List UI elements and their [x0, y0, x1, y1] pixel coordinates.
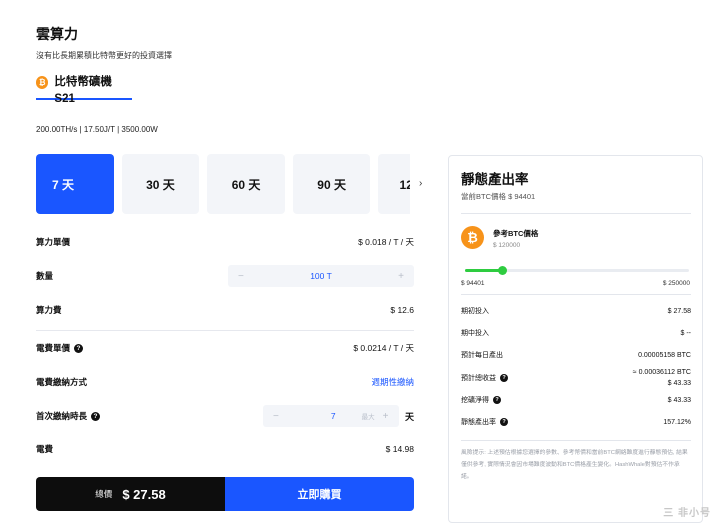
- mining-net-row: 挖礦淨得 ? $ 43.33: [461, 395, 691, 405]
- plus-icon[interactable]: +: [398, 271, 404, 282]
- initial-investment-value: $ 27.58: [667, 307, 691, 315]
- payment-method-link[interactable]: 週期性繳納: [371, 376, 414, 388]
- checkout-bar: 總價 $ 27.58 立即購買: [36, 477, 414, 511]
- price-slider[interactable]: [465, 266, 689, 275]
- total-revenue-label-text: 預計總收益: [461, 375, 496, 382]
- duration-option-60[interactable]: 60 天: [207, 154, 285, 214]
- bitcoin-icon: ₿: [461, 226, 484, 249]
- mining-net-value: $ 43.33: [667, 396, 691, 404]
- first-payment-stepper[interactable]: − 7 最大 +: [262, 405, 399, 427]
- hash-fee-value: $ 12.6: [390, 305, 414, 315]
- product-tab[interactable]: ₿ 比特幣礦機 S21: [36, 74, 132, 105]
- page-title: 雲算力: [36, 26, 78, 42]
- total-revenue-value: ≈ 0.00036112 BTC $ 43.33: [633, 367, 691, 389]
- help-icon[interactable]: ?: [500, 374, 508, 382]
- hash-fee-row: 算力費 $ 12.6: [36, 296, 414, 324]
- hash-fee-label: 算力費: [36, 305, 62, 315]
- hashrate-price-label: 算力單價: [36, 237, 71, 247]
- buy-now-button[interactable]: 立即購買: [225, 477, 414, 511]
- static-yield-row: 靜態產出率 ? 157.12%: [461, 417, 691, 427]
- panel-title: 靜態產出率: [461, 172, 529, 187]
- mid-investment-row: 期中投入 $ --: [461, 328, 691, 338]
- total-revenue-btc: ≈ 0.00036112 BTC: [632, 369, 691, 376]
- electricity-price-value: $ 0.0214 / T / 天: [353, 343, 414, 353]
- total-price-box: 總價 $ 27.58: [36, 477, 225, 511]
- electricity-fee-label: 電費: [36, 444, 54, 454]
- slider-fill: [465, 269, 502, 272]
- product-tab-label: 比特幣礦機 S21: [54, 76, 112, 105]
- electricity-fee-value: $ 14.98: [385, 444, 414, 454]
- chevron-right-icon[interactable]: ›: [419, 178, 422, 189]
- quantity-input[interactable]: 100 T: [310, 271, 332, 281]
- electricity-fee-row: 電費 $ 14.98: [36, 431, 414, 467]
- payment-method-row: 電費繳納方式 週期性繳納: [36, 363, 414, 401]
- panel-divider: [461, 213, 691, 214]
- total-revenue-usd: $ 43.33: [667, 380, 691, 387]
- initial-investment-row: 期初投入 $ 27.58: [461, 306, 691, 316]
- mining-net-label: 挖礦淨得 ?: [461, 395, 501, 405]
- first-payment-input[interactable]: 7: [331, 411, 336, 421]
- minus-icon[interactable]: −: [238, 271, 244, 282]
- static-yield-label: 靜態產出率 ?: [461, 417, 508, 427]
- slider-min-label: $ 94401: [461, 280, 485, 287]
- help-icon[interactable]: ?: [500, 418, 508, 426]
- max-button[interactable]: 最大: [362, 411, 375, 421]
- quantity-label: 數量: [36, 271, 54, 281]
- panel-divider: [461, 294, 691, 295]
- first-payment-control: − 7 最大 + 天: [262, 405, 414, 427]
- current-btc-price: 當前BTC價格 $ 94401: [461, 192, 536, 201]
- slider-max-label: $ 250000: [662, 280, 690, 287]
- electricity-price-label: 電費單價 ?: [36, 342, 84, 354]
- form-divider: [36, 330, 414, 331]
- first-payment-label-text: 首次繳納時長: [36, 411, 88, 421]
- duration-option-30[interactable]: 30 天: [121, 154, 200, 214]
- first-payment-row: 首次繳納時長 ? − 7 最大 + 天: [36, 401, 414, 431]
- quantity-row: 數量 − 100 T +: [36, 256, 414, 296]
- total-label: 總價: [95, 489, 113, 499]
- total-revenue-label: 預計總收益 ?: [461, 373, 508, 383]
- payment-method-label: 電費繳納方式: [36, 377, 88, 387]
- reference-price-label: 參考BTC價格: [493, 229, 539, 238]
- duration-option-7[interactable]: 7 天: [36, 154, 114, 214]
- initial-investment-label: 期初投入: [461, 308, 489, 315]
- duration-selector: 7 天 30 天 60 天 90 天 120 天: [36, 154, 410, 216]
- plus-icon[interactable]: +: [383, 411, 389, 422]
- help-icon[interactable]: ?: [493, 396, 501, 404]
- first-payment-unit: 天: [404, 411, 414, 422]
- total-revenue-row: 預計總收益 ? ≈ 0.00036112 BTC $ 43.33: [461, 367, 691, 389]
- bitcoin-icon: ₿: [36, 76, 49, 89]
- first-payment-label: 首次繳納時長 ?: [36, 410, 101, 422]
- mining-net-label-text: 挖礦淨得: [461, 397, 489, 404]
- hashrate-price-row: 算力單價 $ 0.018 / T / 天: [36, 228, 414, 256]
- slider-handle[interactable]: [497, 266, 507, 275]
- risk-note: 風險提示: 上述預估根據您選擇的參數、參考幣價和當前BTC網絡難度進行靜態預估,…: [461, 450, 688, 480]
- static-yield-value: 157.12%: [663, 418, 691, 426]
- daily-output-value: 0.00005158 BTC: [638, 351, 691, 359]
- quantity-stepper[interactable]: − 100 T +: [228, 265, 414, 287]
- help-icon[interactable]: ?: [74, 343, 84, 353]
- yield-panel: 靜態產出率 當前BTC價格 $ 94401 ₿ 參考BTC價格 $ 120000…: [448, 155, 703, 523]
- miner-specs: 200.00TH/s | 17.50J/T | 3500.00W: [36, 125, 158, 134]
- daily-output-row: 預計每日產出 0.00005158 BTC: [461, 350, 691, 360]
- mid-investment-label: 期中投入: [461, 330, 489, 337]
- duration-option-90[interactable]: 90 天: [292, 154, 371, 214]
- total-value: $ 27.58: [122, 486, 166, 502]
- duration-track: 7 天 30 天 60 天 90 天 120 天: [36, 154, 410, 214]
- daily-output-label: 預計每日產出: [461, 352, 503, 359]
- duration-option-120[interactable]: 120 天: [378, 154, 410, 214]
- electricity-price-label-text: 電費單價: [36, 343, 71, 353]
- static-yield-label-text: 靜態產出率: [461, 419, 496, 426]
- watermark-logo: 三 非小号: [663, 508, 711, 519]
- hashrate-price-value: $ 0.018 / T / 天: [358, 237, 414, 247]
- order-form: 算力單價 $ 0.018 / T / 天 數量 − 100 T + 算力費 $ …: [36, 228, 414, 467]
- electricity-price-row: 電費單價 ? $ 0.0214 / T / 天: [36, 333, 414, 363]
- help-icon[interactable]: ?: [91, 411, 101, 421]
- reference-price-value: $ 120000: [493, 242, 521, 249]
- minus-icon[interactable]: −: [273, 411, 279, 422]
- page-subtitle: 沒有比長期累積比特幣更好的投資選擇: [36, 51, 172, 60]
- mid-investment-value: $ --: [680, 329, 692, 337]
- panel-divider: [461, 440, 691, 441]
